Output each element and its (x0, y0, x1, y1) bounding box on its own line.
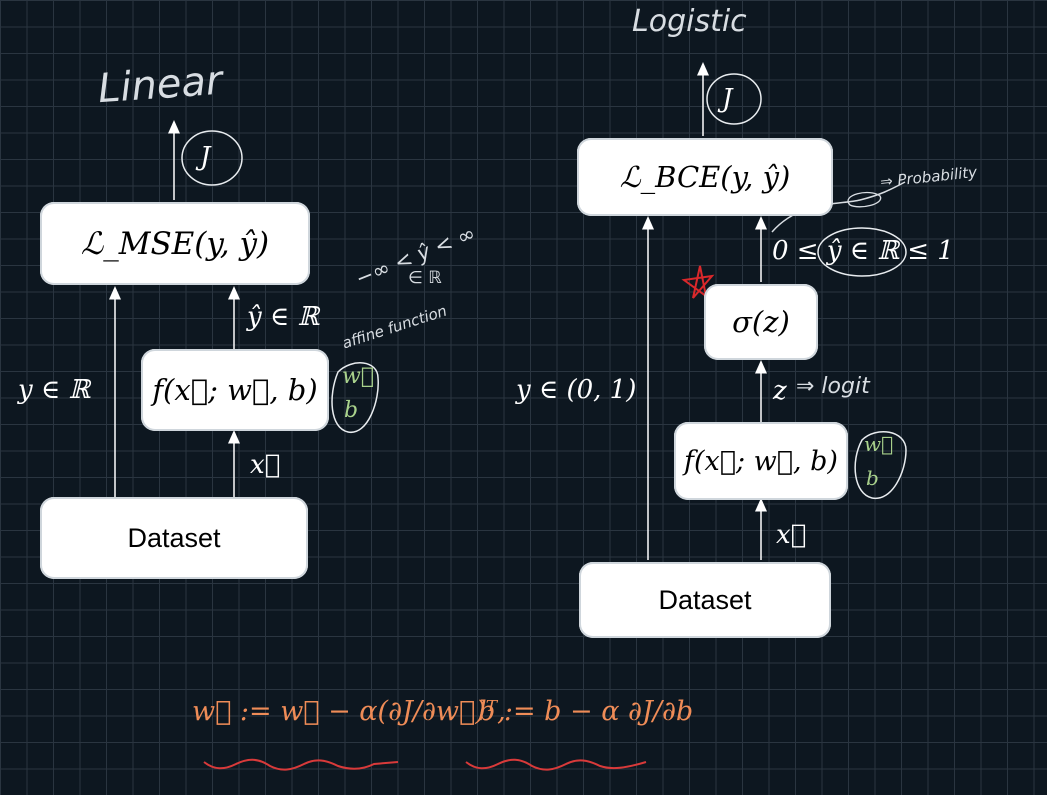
model-function-linear: f(x⃗; w⃗, b) (152, 373, 318, 407)
param-b-logistic: b (866, 466, 879, 490)
x-label-logistic: x⃗ (776, 520, 807, 550)
logistic-title: Logistic (632, 4, 747, 39)
note-logit: ⇒ logit (796, 374, 870, 399)
dataset-label-logistic: Dataset (658, 584, 752, 615)
dataset-box-linear: Dataset (40, 497, 308, 579)
circle-j-linear (181, 130, 243, 186)
y-label-linear: y ∈ ℝ (18, 375, 91, 405)
loss-function-logistic: ℒ_BCE(y, ŷ) (619, 160, 791, 194)
param-w-logistic: w⃗ (864, 432, 894, 456)
loss-box-linear: ℒ_MSE(y, ŷ) (40, 202, 310, 285)
circle-j-logistic (706, 73, 762, 125)
z-label: z (773, 376, 787, 406)
sigma-box: σ(z) (704, 284, 818, 360)
model-box-logistic: f(x⃗; w⃗, b) (674, 422, 848, 500)
param-w-linear: w⃗ (342, 364, 375, 389)
cost-j-linear: J (200, 142, 211, 172)
model-function-logistic: f(x⃗; w⃗, b) (684, 445, 838, 477)
cost-j-logistic: J (722, 84, 733, 114)
loss-function-linear: ℒ_MSE(y, ŷ) (80, 225, 270, 262)
underline-b-update (465, 758, 647, 771)
linear-title: Linear (96, 57, 224, 113)
y-label-logistic: y ∈ (0, 1) (516, 375, 637, 405)
yhat-label-logistic: 0 ≤ ŷ ∈ ℝ ≤ 1 (772, 236, 954, 266)
param-b-linear: b (344, 398, 359, 423)
dataset-box-logistic: Dataset (579, 562, 831, 638)
formula-w-update: w⃗ := w⃗ − α(∂J/∂w⃗)ᵀ, (192, 696, 506, 727)
loss-box-logistic: ℒ_BCE(y, ŷ) (577, 138, 833, 216)
underline-w-update (203, 758, 399, 771)
sigma-function: σ(z) (732, 305, 790, 339)
formula-b-update: b := b − α ∂J/∂b (478, 696, 694, 727)
dataset-label-linear: Dataset (127, 522, 221, 553)
yhat-label-linear: ŷ ∈ ℝ (247, 302, 320, 332)
model-box-linear: f(x⃗; w⃗, b) (141, 349, 329, 431)
x-label-linear: x⃗ (250, 450, 281, 480)
note-in-r-linear: ∈ ℝ (408, 268, 442, 288)
